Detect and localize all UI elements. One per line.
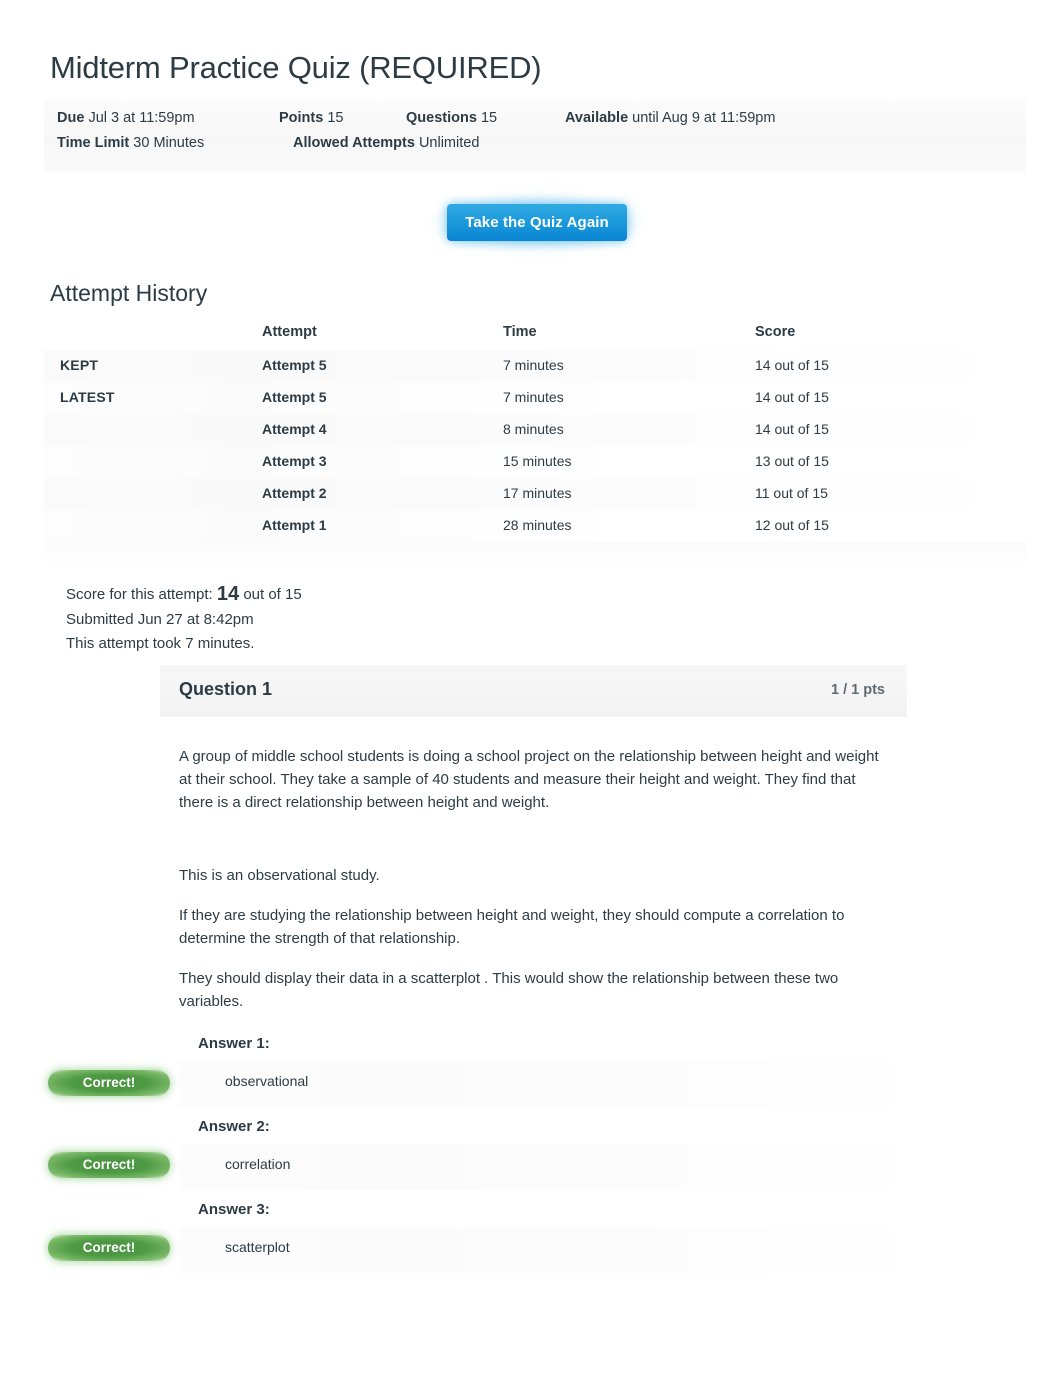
answer-band bbox=[179, 1227, 926, 1273]
correct-badge: Correct! bbox=[48, 1152, 170, 1178]
quiz-questions: Questions 15 bbox=[406, 110, 497, 126]
score-for-attempt-line: Score for this attempt: 14 out of 15 bbox=[66, 582, 302, 608]
attempt-link[interactable]: Attempt 5 bbox=[262, 389, 327, 405]
question-body: A group of middle school students is doi… bbox=[160, 717, 926, 1294]
attempt-score: 14 out of 15 bbox=[755, 357, 829, 373]
table-row: KEPT Attempt 5 7 minutes 14 out of 15 bbox=[44, 350, 1026, 382]
take-quiz-again-button[interactable]: Take the Quiz Again bbox=[447, 204, 627, 241]
quiz-points-label: Points bbox=[279, 110, 324, 126]
attempt-time: 7 minutes bbox=[503, 389, 564, 405]
answer-row: Answer 3: scatterplot bbox=[179, 1201, 926, 1284]
quiz-questions-label: Questions bbox=[406, 110, 477, 126]
quiz-time-limit: Time Limit 30 Minutes bbox=[57, 135, 204, 151]
table-row: Attempt 4 8 minutes 14 out of 15 bbox=[44, 414, 1026, 446]
attempt-history-heading: Attempt History bbox=[50, 280, 208, 306]
quiz-meta-bar: Due Jul 3 at 11:59pm Points 15 Questions… bbox=[44, 100, 1026, 172]
attempt-time: 17 minutes bbox=[503, 485, 572, 501]
attempt-flag: LATEST bbox=[60, 389, 115, 405]
quiz-available-label: Available bbox=[565, 110, 629, 126]
attempt-score: 11 out of 15 bbox=[755, 485, 828, 501]
column-header-score: Score bbox=[755, 324, 796, 340]
answers-list: Answer 1: observational Answer 2: correl… bbox=[179, 1035, 926, 1284]
question-paragraph-3: If they are studying the relationship be… bbox=[179, 907, 845, 947]
score-suffix: out of 15 bbox=[239, 586, 302, 603]
submitted-line: Submitted Jun 27 at 8:42pm bbox=[66, 610, 254, 628]
attempt-score: 14 out of 15 bbox=[755, 389, 829, 405]
attempt-link[interactable]: Attempt 3 bbox=[262, 453, 327, 469]
attempt-link[interactable]: Attempt 4 bbox=[262, 421, 327, 437]
quiz-time-limit-value: 30 Minutes bbox=[133, 135, 205, 151]
duration-line: This attempt took 7 minutes. bbox=[66, 635, 255, 652]
column-header-attempt: Attempt bbox=[262, 324, 317, 340]
question-card: Question 1 1 / 1 pts A group of middle s… bbox=[160, 665, 926, 1294]
quiz-available: Available until Aug 9 at 11:59pm bbox=[565, 110, 775, 126]
answer-value: observational bbox=[225, 1073, 309, 1089]
question-title: Question 1 bbox=[179, 679, 273, 699]
attempt-link[interactable]: Attempt 2 bbox=[262, 485, 327, 501]
attempt-link[interactable]: Attempt 1 bbox=[262, 517, 327, 533]
correct-badge: Correct! bbox=[48, 1070, 170, 1096]
table-bottom-fade bbox=[44, 542, 1026, 568]
table-row: LATEST Attempt 5 7 minutes 14 out of 15 bbox=[44, 382, 1026, 414]
answer-value: correlation bbox=[225, 1156, 291, 1172]
answer-row: Answer 1: observational bbox=[179, 1035, 926, 1118]
attempt-time: 15 minutes bbox=[503, 453, 572, 469]
answer-band bbox=[179, 1144, 926, 1190]
quiz-allowed-attempts: Allowed Attempts Unlimited bbox=[293, 135, 479, 151]
question-points: 1 / 1 pts bbox=[831, 682, 885, 698]
attempt-time: 28 minutes bbox=[503, 517, 572, 533]
table-header-row: Attempt Time Score bbox=[44, 318, 1026, 350]
quiz-due-label: Due bbox=[57, 110, 85, 126]
take-quiz-again-container: Take the Quiz Again bbox=[430, 193, 644, 253]
score-summary: Score for this attempt: 14 out of 15 Sub… bbox=[66, 582, 302, 657]
quiz-available-value: until Aug 9 at 11:59pm bbox=[632, 110, 776, 126]
quiz-points: Points 15 bbox=[279, 110, 343, 126]
attempt-link[interactable]: Attempt 5 bbox=[262, 357, 327, 373]
question-paragraph-4: They should display their data in a scat… bbox=[179, 970, 839, 1010]
answer-label: Answer 2: bbox=[198, 1118, 270, 1135]
score-prefix: Score for this attempt: bbox=[66, 586, 217, 603]
correct-badge: Correct! bbox=[48, 1235, 170, 1261]
table-row: Attempt 1 28 minutes 12 out of 15 bbox=[44, 510, 1026, 542]
attempt-score: 12 out of 15 bbox=[755, 517, 829, 533]
quiz-questions-value: 15 bbox=[480, 110, 498, 126]
question-paragraph-1: A group of middle school students is doi… bbox=[179, 748, 879, 811]
answer-label: Answer 1: bbox=[198, 1035, 270, 1052]
answer-label: Answer 3: bbox=[198, 1201, 270, 1218]
score-value: 14 bbox=[216, 583, 240, 605]
attempt-score: 14 out of 15 bbox=[755, 421, 829, 437]
table-row: Attempt 2 17 minutes 11 out of 15 bbox=[44, 478, 1026, 510]
attempt-flag: KEPT bbox=[60, 357, 99, 373]
page-title: Midterm Practice Quiz (REQUIRED) bbox=[50, 50, 542, 85]
table-row: Attempt 3 15 minutes 13 out of 15 bbox=[44, 446, 1026, 478]
attempt-time: 8 minutes bbox=[503, 421, 564, 437]
quiz-points-value: 15 bbox=[327, 110, 344, 126]
question-header: Question 1 1 / 1 pts bbox=[160, 665, 907, 717]
question-paragraph-2: This is an observational study. bbox=[179, 867, 380, 884]
attempt-score: 13 out of 15 bbox=[755, 453, 829, 469]
quiz-due: Due Jul 3 at 11:59pm bbox=[57, 110, 195, 126]
quiz-time-limit-label: Time Limit bbox=[57, 135, 130, 151]
attempt-time: 7 minutes bbox=[503, 357, 564, 373]
quiz-allowed-attempts-label: Allowed Attempts bbox=[293, 135, 415, 151]
answer-value: scatterplot bbox=[225, 1239, 290, 1255]
answer-row: Answer 2: correlation bbox=[179, 1118, 926, 1201]
quiz-allowed-attempts-value: Unlimited bbox=[418, 135, 480, 151]
quiz-due-value: Jul 3 at 11:59pm bbox=[88, 110, 195, 126]
column-header-time: Time bbox=[503, 324, 537, 340]
attempt-history-table: Attempt Time Score KEPT Attempt 5 7 minu… bbox=[44, 318, 1026, 542]
